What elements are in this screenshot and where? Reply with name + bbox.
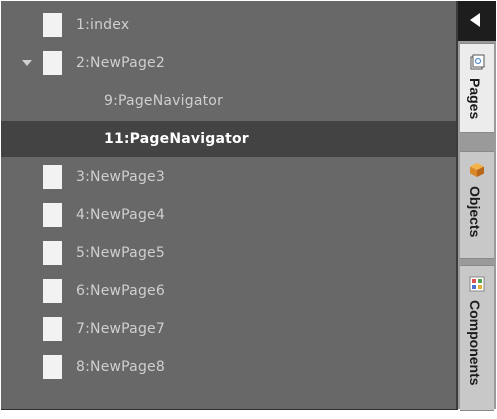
page-icon xyxy=(43,51,62,75)
tree-item-label: 11:PageNavigator xyxy=(104,131,249,147)
tree-item-newpage3[interactable]: 3:NewPage3 xyxy=(1,159,456,195)
expand-arrow-icon[interactable] xyxy=(22,60,32,66)
tree-item-index[interactable]: 1:index xyxy=(1,7,456,43)
tab-components-label: Components xyxy=(467,300,483,386)
tree-item-label: 7:NewPage7 xyxy=(76,321,165,337)
tab-objects[interactable]: Objects xyxy=(460,151,494,259)
cube-icon xyxy=(470,163,484,177)
tree-item-newpage6[interactable]: 6:NewPage6 xyxy=(1,273,456,309)
tree-item-newpage5[interactable]: 5:NewPage5 xyxy=(1,235,456,271)
collapse-left-icon xyxy=(470,13,480,27)
tree-item-pagenavigator-11[interactable]: 11:PageNavigator xyxy=(1,121,456,157)
page-tree: 1:index 2:NewPage2 9:PageNavigator 11:Pa… xyxy=(1,1,458,410)
tab-pages-label: Pages xyxy=(467,78,483,120)
side-tab-rail: Pages Objects Components xyxy=(458,1,496,411)
page-icon xyxy=(43,13,62,37)
tree-item-label: 4:NewPage4 xyxy=(76,207,165,223)
tab-pages[interactable]: Pages xyxy=(460,43,494,133)
tree-item-newpage4[interactable]: 4:NewPage4 xyxy=(1,197,456,233)
tree-item-label: 8:NewPage8 xyxy=(76,359,165,375)
page-icon xyxy=(43,203,62,227)
page-icon xyxy=(43,317,62,341)
tree-item-label: 9:PageNavigator xyxy=(104,93,224,109)
tree-item-label: 3:NewPage3 xyxy=(76,169,165,185)
tree-item-newpage2[interactable]: 2:NewPage2 xyxy=(1,45,456,81)
tree-item-label: 6:NewPage6 xyxy=(76,283,165,299)
tree-item-label: 2:NewPage2 xyxy=(76,55,165,71)
tab-objects-label: Objects xyxy=(467,186,483,238)
page-icon xyxy=(43,279,62,303)
tree-item-label: 5:NewPage5 xyxy=(76,245,165,261)
tree-item-pagenavigator-9[interactable]: 9:PageNavigator xyxy=(1,83,456,119)
page-icon xyxy=(43,241,62,265)
pages-panel: 1:index 2:NewPage2 9:PageNavigator 11:Pa… xyxy=(0,0,497,419)
tree-item-newpage8[interactable]: 8:NewPage8 xyxy=(1,349,456,385)
page-icon xyxy=(43,355,62,379)
tree-item-label: 1:index xyxy=(76,17,130,33)
tab-components[interactable]: Components xyxy=(460,265,494,411)
collapse-panel-button[interactable] xyxy=(458,1,496,41)
pages-icon xyxy=(470,54,485,70)
components-grid-icon xyxy=(469,276,485,292)
tree-item-newpage7[interactable]: 7:NewPage7 xyxy=(1,311,456,347)
page-icon xyxy=(43,165,62,189)
